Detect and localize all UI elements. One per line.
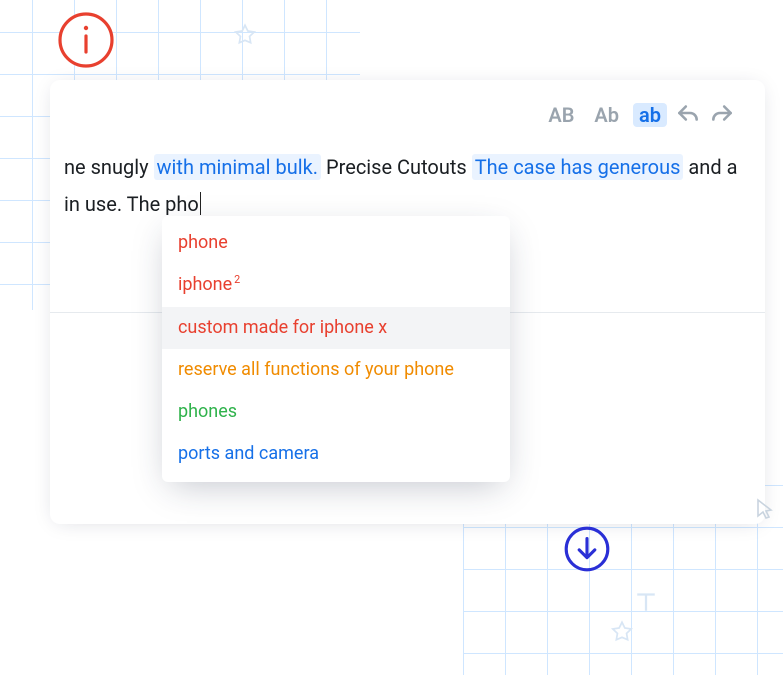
- text-fragment: in use. The pho: [64, 192, 199, 216]
- undo-button[interactable]: [675, 102, 701, 127]
- case-title-button[interactable]: Ab: [588, 103, 625, 127]
- star-icon: [232, 22, 258, 48]
- suggestion-item[interactable]: reserve all functions of your phone: [162, 349, 510, 391]
- text-tool-icon: [631, 587, 661, 617]
- suggestion-item[interactable]: ports and camera: [162, 433, 510, 475]
- redo-button[interactable]: [709, 102, 735, 127]
- cursor-icon: [755, 498, 775, 520]
- case-toolbar: AB Ab ab: [50, 102, 765, 139]
- case-upper-button[interactable]: AB: [542, 103, 580, 127]
- highlighted-match: The case has generous: [472, 154, 684, 180]
- suggestion-item[interactable]: iphone2: [162, 264, 510, 306]
- star-icon: [609, 619, 635, 645]
- suggestion-item[interactable]: phone: [162, 222, 510, 264]
- text-caret: [200, 192, 201, 215]
- suggestion-item[interactable]: phones: [162, 391, 510, 433]
- text-fragment: Precise Cutouts: [326, 155, 472, 179]
- download-arrow-icon: [561, 523, 613, 575]
- suggestion-badge: 2: [234, 273, 240, 286]
- highlighted-match: with minimal bulk.: [154, 154, 322, 180]
- text-fragment: ne snugly: [64, 155, 154, 179]
- editor-content[interactable]: ne snugly with minimal bulk. Precise Cut…: [50, 139, 765, 223]
- case-lower-button[interactable]: ab: [633, 103, 667, 127]
- suggestion-item[interactable]: custom made for iphone x: [162, 307, 510, 349]
- info-icon: [56, 10, 116, 70]
- suggestion-popover: phoneiphone2custom made for iphone xrese…: [162, 216, 510, 482]
- text-fragment: and a: [688, 155, 737, 179]
